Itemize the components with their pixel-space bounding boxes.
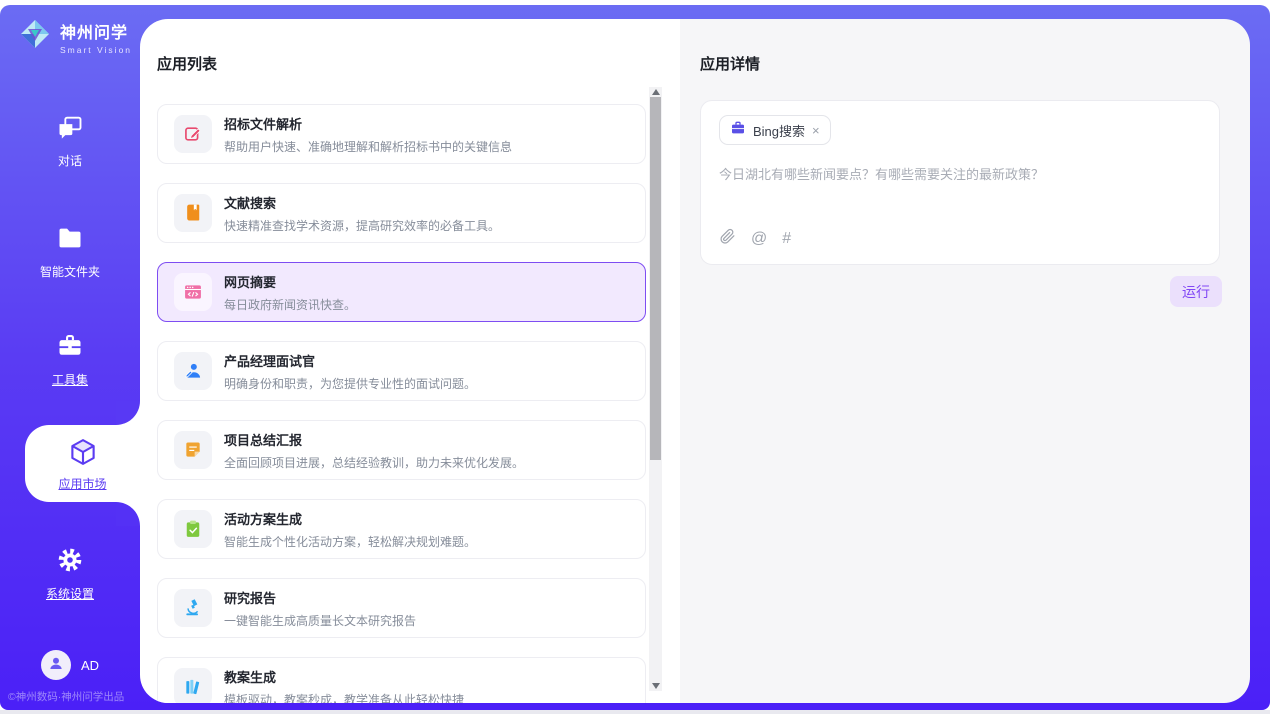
user-initials: AD	[81, 658, 99, 673]
scrollbar-down-arrow-icon[interactable]	[652, 683, 660, 689]
app-list: 招标文件解析 帮助用户快速、准确地理解和解析招标书中的关键信息 文献搜索	[157, 104, 646, 703]
app-name: 教案生成	[224, 667, 464, 686]
app-card-literature-search[interactable]: 文献搜索 快速精准查找学术资源，提高研究效率的必备工具。	[157, 183, 646, 243]
app-detail-panel: 应用详情 Bing搜索 × 今日湖北有哪些新闻要点？有哪些需要关注的最新政策？	[680, 19, 1250, 703]
books-icon	[174, 668, 212, 703]
active-tab-notch	[116, 401, 140, 425]
app-name: 文献搜索	[224, 193, 500, 212]
app-description: 明确身份和职责，为您提供专业性的面试问题。	[224, 375, 476, 392]
tool-tag-label: Bing搜索	[753, 121, 805, 140]
app-card-research-report[interactable]: 研究报告 一键智能生成高质量长文本研究报告	[157, 578, 646, 638]
sidebar-item-label: 对话	[0, 152, 140, 169]
app-description: 帮助用户快速、准确地理解和解析招标书中的关键信息	[224, 138, 512, 155]
app-description: 模板驱动，教案秒成，教学准备从此轻松快捷	[224, 691, 464, 704]
book-icon	[174, 194, 212, 232]
brand-subtitle: Smart Vision	[60, 45, 132, 55]
sidebar-item-app-market-active[interactable]: 应用市场	[25, 425, 140, 502]
gear-icon	[56, 561, 84, 578]
avatar	[41, 650, 71, 680]
bottom-strip	[0, 710, 1270, 714]
app-description: 全面回顾项目进展，总结经验教训，助力未来优化发展。	[224, 454, 524, 471]
sidebar-item-toolset[interactable]: 工具集	[0, 332, 140, 388]
tool-tag-bing-search[interactable]: Bing搜索 ×	[719, 115, 831, 145]
app-card-lesson-plan[interactable]: 教案生成 模板驱动，教案秒成，教学准备从此轻松快捷	[157, 657, 646, 703]
app-description: 一键智能生成高质量长文本研究报告	[224, 612, 416, 629]
app-card-bid-parsing[interactable]: 招标文件解析 帮助用户快速、准确地理解和解析招标书中的关键信息	[157, 104, 646, 164]
app-description: 每日政府新闻资讯快查。	[224, 296, 356, 313]
app-list-panel: 应用列表 招标文件解析 帮助用户快速、准确地理解和解析招标书中的关键信息	[140, 19, 680, 703]
prompt-card[interactable]: Bing搜索 × 今日湖北有哪些新闻要点？有哪些需要关注的最新政策？ @ #	[700, 100, 1220, 265]
user-row[interactable]: AD	[0, 650, 140, 680]
app-detail-title: 应用详情	[700, 53, 1222, 74]
brand-name: 神州问学	[60, 25, 128, 42]
app-name: 招标文件解析	[224, 114, 512, 133]
app-card-event-plan[interactable]: 活动方案生成 智能生成个性化活动方案，轻松解决规划难题。	[157, 499, 646, 559]
prompt-toolbar: @ #	[719, 228, 791, 250]
at-icon[interactable]: @	[751, 230, 767, 248]
sidebar-item-label: 系统设置	[0, 585, 140, 602]
app-window: 神州问学 Smart Vision 对话 智能文件夹	[0, 5, 1270, 710]
app-name: 产品经理面试官	[224, 351, 476, 370]
app-description: 快速精准查找学术资源，提高研究效率的必备工具。	[224, 217, 500, 234]
close-icon[interactable]: ×	[812, 123, 820, 138]
toolbox-icon	[56, 347, 84, 364]
scrollbar[interactable]	[649, 87, 662, 691]
app-name: 网页摘要	[224, 272, 356, 291]
paperclip-icon[interactable]	[719, 228, 736, 250]
hash-icon[interactable]: #	[782, 230, 791, 248]
briefcase-icon	[730, 120, 746, 141]
app-card-web-summary-selected[interactable]: 网页摘要 每日政府新闻资讯快查。	[157, 262, 646, 322]
cube-icon	[68, 454, 98, 471]
sidebar-footer: ©神州数码·神州问学出品	[8, 689, 148, 704]
brand: 神州问学 Smart Vision	[18, 17, 132, 56]
content-area: 应用列表 招标文件解析 帮助用户快速、准确地理解和解析招标书中的关键信息	[140, 19, 1250, 703]
app-card-pm-interviewer[interactable]: 产品经理面试官 明确身份和职责，为您提供专业性的面试问题。	[157, 341, 646, 401]
sidebar: 神州问学 Smart Vision 对话 智能文件夹	[0, 5, 140, 710]
sidebar-item-label: 工具集	[0, 371, 140, 388]
diamond-logo-icon	[18, 17, 52, 56]
person-avatar-icon	[47, 654, 65, 677]
app-description: 智能生成个性化活动方案，轻松解决规划难题。	[224, 533, 476, 550]
sidebar-item-smart-folder[interactable]: 智能文件夹	[0, 224, 140, 280]
sidebar-item-label: 应用市场	[25, 475, 140, 492]
run-button[interactable]: 运行	[1170, 276, 1222, 307]
app-card-project-summary[interactable]: 项目总结汇报 全面回顾项目进展，总结经验教训，助力未来优化发展。	[157, 420, 646, 480]
sidebar-item-settings[interactable]: 系统设置	[0, 546, 140, 602]
prompt-text[interactable]: 今日湖北有哪些新闻要点？有哪些需要关注的最新政策？	[719, 164, 1201, 183]
report-note-icon	[174, 431, 212, 469]
active-tab-notch	[116, 502, 140, 526]
app-name: 项目总结汇报	[224, 430, 524, 449]
sidebar-item-label: 智能文件夹	[0, 263, 140, 280]
scrollbar-up-arrow-icon[interactable]	[652, 89, 660, 95]
app-name: 活动方案生成	[224, 509, 476, 528]
clipboard-check-icon	[174, 510, 212, 548]
interviewer-icon	[174, 352, 212, 390]
scrollbar-thumb[interactable]	[650, 97, 661, 460]
document-edit-icon	[174, 115, 212, 153]
chat-icon	[56, 128, 84, 145]
sidebar-item-chat[interactable]: 对话	[0, 113, 140, 169]
app-list-title: 应用列表	[157, 53, 680, 74]
microscope-icon	[174, 589, 212, 627]
webpage-code-icon	[174, 273, 212, 311]
folder-icon	[56, 239, 84, 256]
app-name: 研究报告	[224, 588, 416, 607]
